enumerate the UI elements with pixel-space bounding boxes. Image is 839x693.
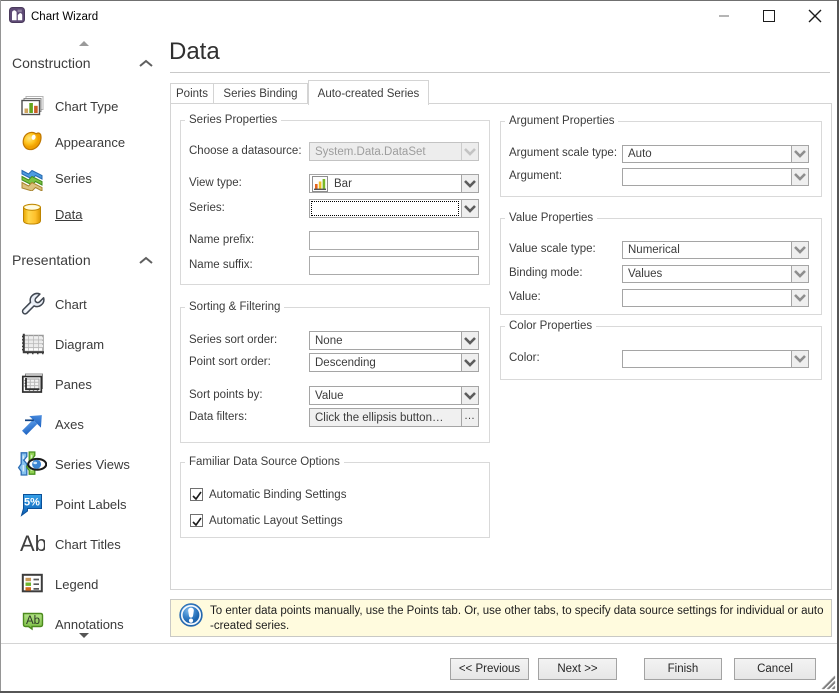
svg-text:Ab: Ab xyxy=(20,531,45,556)
svg-text:5%: 5% xyxy=(24,497,40,509)
svg-text:Ab: Ab xyxy=(26,615,40,627)
